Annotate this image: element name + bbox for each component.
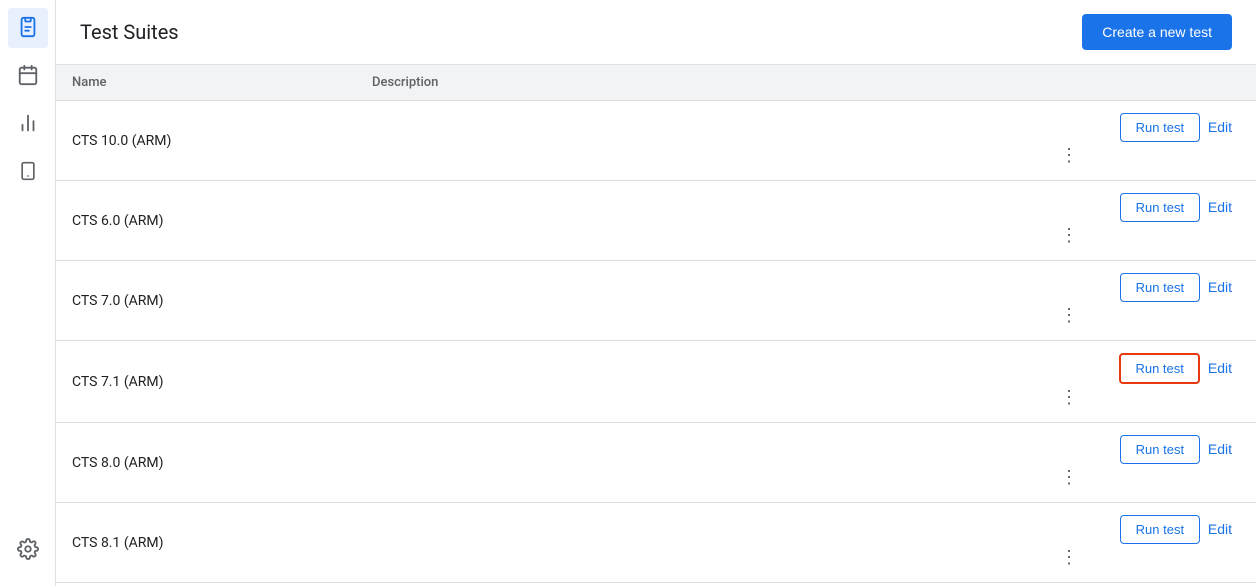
column-header-name: Name: [56, 65, 356, 101]
sidebar-item-settings[interactable]: [8, 530, 48, 570]
row-actions-cell: Run testEdit⋮: [1036, 583, 1256, 586]
edit-button[interactable]: Edit: [1200, 193, 1240, 221]
table-row: CTS 9.0 (ARM) Run testEdit⋮: [56, 583, 1256, 586]
edit-button[interactable]: Edit: [1200, 113, 1240, 141]
row-description-cell: [356, 423, 1036, 503]
test-suites-table-container: Name Description CTS 10.0 (ARM)Run testE…: [56, 65, 1256, 586]
row-description-cell: [356, 181, 1036, 261]
sidebar-item-clipboard[interactable]: [8, 8, 48, 48]
page-header: Test Suites Create a new test: [56, 0, 1256, 65]
column-header-actions: [1036, 65, 1256, 101]
row-name-cell: CTS 7.1 (ARM): [56, 341, 356, 423]
create-new-test-button[interactable]: Create a new test: [1082, 14, 1232, 50]
edit-button[interactable]: Edit: [1200, 273, 1240, 301]
row-name-cell: CTS 10.0 (ARM): [56, 101, 356, 181]
more-options-button[interactable]: ⋮: [1052, 384, 1086, 410]
table-row: CTS 6.0 (ARM) Run testEdit ⋮: [56, 181, 1256, 261]
row-name-cell: CTS 8.1 (ARM): [56, 503, 356, 583]
more-options-button[interactable]: ⋮: [1052, 464, 1086, 490]
more-options-button[interactable]: ⋮: [1052, 302, 1086, 328]
page-title: Test Suites: [80, 20, 179, 44]
row-name-cell: CTS 8.0 (ARM): [56, 423, 356, 503]
table-row: CTS 7.1 (ARM) Run testEdit ⋮: [56, 341, 1256, 423]
sidebar-item-calendar[interactable]: [8, 56, 48, 96]
table-row: CTS 7.0 (ARM) Run testEdit ⋮: [56, 261, 1256, 341]
run-test-button[interactable]: Run test: [1119, 353, 1199, 384]
table-row: CTS 8.0 (ARM) Run testEdit ⋮: [56, 423, 1256, 503]
row-actions-cell: Run testEdit ⋮: [1036, 181, 1256, 261]
main-content: Test Suites Create a new test Name Descr…: [56, 0, 1256, 586]
edit-button[interactable]: Edit: [1200, 354, 1240, 382]
row-name-cell: CTS 9.0 (ARM): [56, 583, 356, 586]
calendar-icon: [17, 64, 39, 89]
row-actions-cell: Run testEdit ⋮: [1036, 503, 1256, 583]
row-name-cell: CTS 7.0 (ARM): [56, 261, 356, 341]
sidebar-item-phone[interactable]: [8, 152, 48, 192]
chart-icon: [17, 112, 39, 137]
row-actions-cell: Run testEdit ⋮: [1036, 423, 1256, 503]
row-actions-cell: Run testEdit ⋮: [1036, 341, 1256, 423]
row-description-cell: [356, 261, 1036, 341]
row-actions-cell: Run testEdit ⋮: [1036, 101, 1256, 181]
run-test-button[interactable]: Run test: [1120, 193, 1200, 222]
table-row: CTS 8.1 (ARM) Run testEdit ⋮: [56, 503, 1256, 583]
row-name-cell: CTS 6.0 (ARM): [56, 181, 356, 261]
table-header-row: Name Description: [56, 65, 1256, 101]
clipboard-icon: [17, 16, 39, 41]
row-actions-cell: Run testEdit ⋮: [1036, 261, 1256, 341]
test-suites-table: Name Description CTS 10.0 (ARM)Run testE…: [56, 65, 1256, 586]
edit-button[interactable]: Edit: [1200, 435, 1240, 463]
edit-button[interactable]: Edit: [1200, 515, 1240, 543]
run-test-button[interactable]: Run test: [1120, 273, 1200, 302]
row-description-cell: [356, 101, 1036, 181]
column-header-description: Description: [356, 65, 1036, 101]
sidebar-item-chart[interactable]: [8, 104, 48, 144]
run-test-button[interactable]: Run test: [1120, 515, 1200, 544]
settings-icon: [17, 538, 39, 563]
run-test-button[interactable]: Run test: [1120, 435, 1200, 464]
sidebar: [0, 0, 56, 586]
more-options-button[interactable]: ⋮: [1052, 222, 1086, 248]
row-description-cell: [356, 583, 1036, 586]
table-row: CTS 10.0 (ARM) Run testEdit ⋮: [56, 101, 1256, 181]
phone-icon: [18, 160, 38, 185]
run-test-button[interactable]: Run test: [1120, 113, 1200, 142]
more-options-button[interactable]: ⋮: [1052, 544, 1086, 570]
row-description-cell: [356, 341, 1036, 423]
row-description-cell: [356, 503, 1036, 583]
more-options-button[interactable]: ⋮: [1052, 142, 1086, 168]
